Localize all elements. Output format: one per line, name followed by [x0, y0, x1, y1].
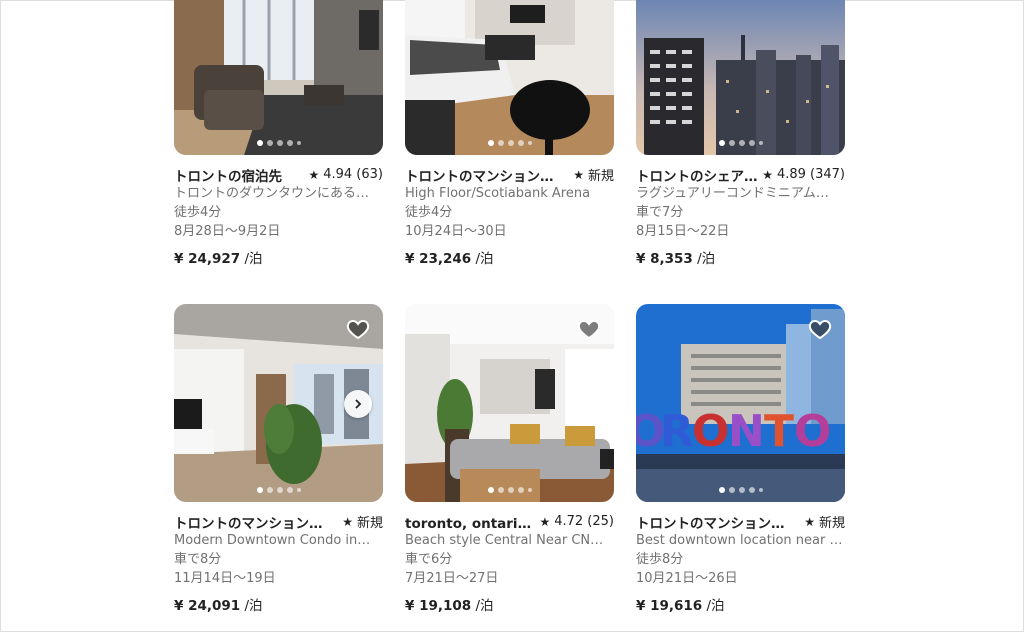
price-unit: /泊 [475, 251, 494, 267]
listing-photo[interactable] [636, 0, 845, 155]
price-amount: ¥ 19,108 [405, 598, 472, 614]
carousel-dots [718, 140, 763, 146]
chevron-right-icon [355, 399, 362, 409]
listing-price: ¥ 19,108 /泊 [405, 594, 614, 614]
svg-text:O: O [692, 406, 729, 457]
listing-title: トロントのマンション… [174, 515, 323, 532]
listing-subtitle: Beach style Central Near CN… [405, 533, 604, 548]
listing-rating: ★ 4.89 (347) [762, 167, 845, 182]
price-amount: ¥ 8,353 [636, 251, 693, 267]
listing-price: ¥ 23,246 /泊 [405, 247, 614, 267]
listing-dates: 10月24日〜30日 [405, 224, 507, 239]
price-unit: /泊 [706, 598, 725, 614]
price-unit: /泊 [244, 598, 263, 614]
price-amount: ¥ 19,616 [636, 598, 703, 614]
listing-card[interactable]: トロントのマンション… ★ 新規 High Floor/Scotiabank Ar… [405, 0, 614, 267]
star-icon: ★ [342, 514, 353, 529]
star-icon: ★ [573, 167, 584, 182]
rating-value: 4.72 (25) [554, 514, 614, 529]
listing-distance: 車で8分 [174, 552, 222, 567]
listing-rating: ★ 4.94 (63) [308, 167, 383, 182]
listing-photo[interactable]: O R O N T O [636, 304, 845, 502]
listing-subtitle: トロントのダウンタウンにある… [174, 186, 370, 201]
listing-price: ¥ 24,091 /泊 [174, 594, 383, 614]
listing-title: toronto, ontario,の… [405, 515, 539, 532]
star-icon: ★ [804, 514, 815, 529]
listing-subtitle: High Floor/Scotiabank Arena [405, 186, 591, 201]
listing-title: トロントの宿泊先 [174, 168, 282, 185]
living-room-photo [174, 0, 383, 155]
svg-text:T: T [764, 406, 794, 457]
listing-distance: 徒歩4分 [405, 205, 453, 220]
carousel-dots [487, 487, 532, 493]
listing-title: トロントのマンション… [405, 168, 554, 185]
listing-subtitle: ラグジュアリーコンドミニアム… [636, 186, 829, 201]
listing-photo[interactable] [174, 0, 383, 155]
listing-distance: 徒歩8分 [636, 552, 684, 567]
listing-dates: 10月21日〜26日 [636, 571, 738, 586]
listing-dates: 8月28日〜9月2日 [174, 224, 281, 239]
svg-text:R: R [660, 406, 694, 457]
listing-distance: 徒歩4分 [174, 205, 222, 220]
price-unit: /泊 [697, 251, 716, 267]
listing-photo[interactable] [405, 304, 614, 502]
listing-photo[interactable] [174, 304, 383, 502]
heart-outline-icon[interactable] [346, 317, 370, 341]
listing-subtitle: Modern Downtown Condo in… [174, 533, 371, 548]
listing-price: ¥ 24,927 /泊 [174, 247, 383, 267]
listing-title: トロントのマンション… [636, 515, 785, 532]
next-photo-button[interactable] [344, 390, 372, 418]
price-amount: ¥ 23,246 [405, 251, 472, 267]
listing-card[interactable]: toronto, ontario,の… ★4.72 (25) Beach sty… [405, 304, 614, 614]
listing-price: ¥ 8,353 /泊 [636, 247, 845, 267]
listing-card[interactable]: トロントのマンション… ★ 新規 Modern Downtown Condo in… [174, 304, 383, 614]
rating-value: 4.94 (63) [323, 167, 383, 182]
carousel-dots [487, 140, 532, 146]
price-amount: ¥ 24,927 [174, 251, 241, 267]
listing-distance: 車で7分 [636, 205, 684, 220]
heart-outline-icon[interactable] [808, 317, 832, 341]
price-unit: /泊 [475, 598, 494, 614]
listing-distance: 車で6分 [405, 552, 453, 567]
listing-rating: ★ 新規 [342, 512, 383, 532]
listing-rating: ★ 4.72 (25) [539, 514, 614, 529]
rating-value: 新規 [818, 516, 845, 531]
carousel-dots [256, 140, 301, 146]
rating-value: 新規 [356, 516, 383, 531]
carousel-dots [718, 487, 763, 493]
svg-text:N: N [728, 406, 765, 457]
rating-value: 新規 [587, 169, 614, 184]
listing-title: トロントのシェア… [636, 168, 758, 185]
listing-photo[interactable] [405, 0, 614, 155]
listing-dates: 8月15日〜22日 [636, 224, 730, 239]
listing-dates: 11月14日〜19日 [174, 571, 276, 586]
city-skyline-photo [636, 0, 845, 155]
listing-rating: ★ 新規 [804, 512, 845, 532]
star-icon: ★ [308, 167, 320, 182]
svg-text:O: O [794, 406, 831, 457]
rating-value: 4.89 (347) [776, 167, 845, 182]
star-icon: ★ [539, 514, 551, 529]
listing-rating: ★ 新規 [573, 165, 614, 185]
price-amount: ¥ 24,091 [174, 598, 241, 614]
listing-card[interactable]: O R O N T O トロントのマンション… ★ 新規 Best downtow… [636, 304, 845, 614]
listing-subtitle: Best downtown location near C… [636, 533, 845, 548]
star-icon: ★ [762, 167, 773, 182]
carousel-dots [256, 487, 301, 493]
listing-card[interactable]: トロントの宿泊先 ★ 4.94 (63) トロントのダウンタウンにある… 徒歩4分… [174, 0, 383, 267]
listing-price: ¥ 19,616 /泊 [636, 594, 845, 614]
listing-dates: 7月21日〜27日 [405, 571, 499, 586]
listing-card[interactable]: トロントのシェア… ★ 4.89 (347) ラグジュアリーコンドミニアム… 車で… [636, 0, 845, 267]
price-unit: /泊 [244, 251, 263, 267]
heart-outline-icon[interactable] [577, 317, 601, 341]
bedroom-photo [405, 0, 614, 155]
